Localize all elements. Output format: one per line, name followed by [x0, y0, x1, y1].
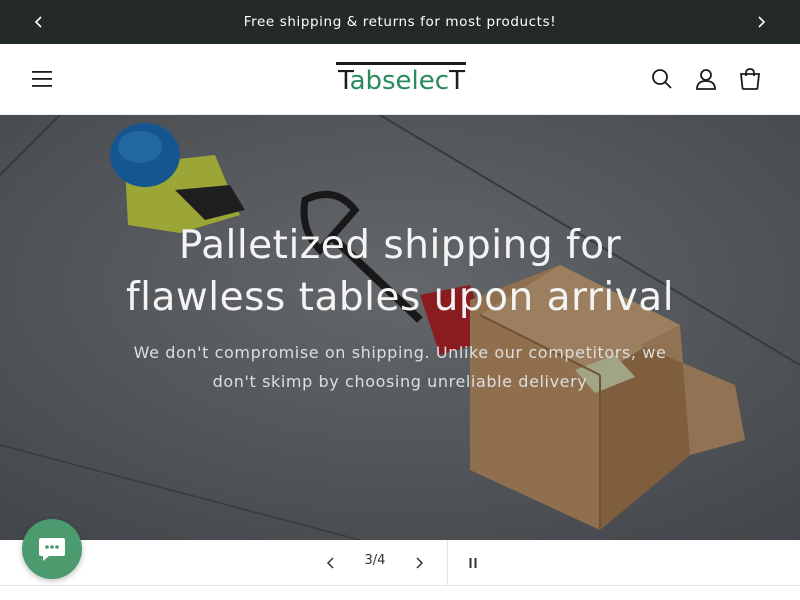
- slide-prev-button[interactable]: [320, 552, 342, 574]
- slide-next-button[interactable]: [408, 552, 430, 574]
- chevron-right-icon: [758, 16, 766, 28]
- hero-title: Palletized shipping for flawless tables …: [125, 223, 675, 320]
- chevron-left-icon: [34, 16, 42, 28]
- cart-button[interactable]: [737, 66, 763, 92]
- hero-subtitle: We don't compromise on shipping. Unlike …: [133, 343, 667, 391]
- announcement-bar: Free shipping & returns for most product…: [0, 0, 800, 44]
- announcement-prev-button[interactable]: [29, 12, 49, 32]
- chevron-right-icon: [416, 557, 424, 569]
- menu-button[interactable]: [29, 66, 55, 92]
- slide-counter: 3/4: [364, 553, 386, 568]
- hero-slide: Palletized shipping for flawless tables …: [0, 115, 800, 540]
- announcement-message: Free shipping & returns for most product…: [243, 14, 557, 30]
- search-icon: [652, 69, 672, 89]
- account-button[interactable]: [693, 66, 719, 92]
- chevron-left-icon: [326, 557, 334, 569]
- site-logo[interactable]: TabselecT: [336, 60, 466, 98]
- chat-button[interactable]: [22, 519, 82, 579]
- hero-content: Palletized shipping for flawless tables …: [100, 220, 700, 396]
- slide-divider: [447, 540, 448, 586]
- slideshow-controls: 3/4: [0, 540, 800, 586]
- pause-icon: [469, 558, 477, 568]
- logo-bar: [336, 62, 466, 65]
- logo-wordmark: TabselecT: [338, 66, 465, 96]
- announcement-next-button[interactable]: [751, 12, 771, 32]
- account-icon: [696, 69, 716, 90]
- chat-icon: [39, 538, 65, 561]
- menu-icon: [32, 71, 52, 87]
- cart-icon: [739, 68, 761, 90]
- site-header: TabselecT: [0, 44, 800, 115]
- slide-pause-button[interactable]: [462, 552, 484, 574]
- search-button[interactable]: [649, 66, 675, 92]
